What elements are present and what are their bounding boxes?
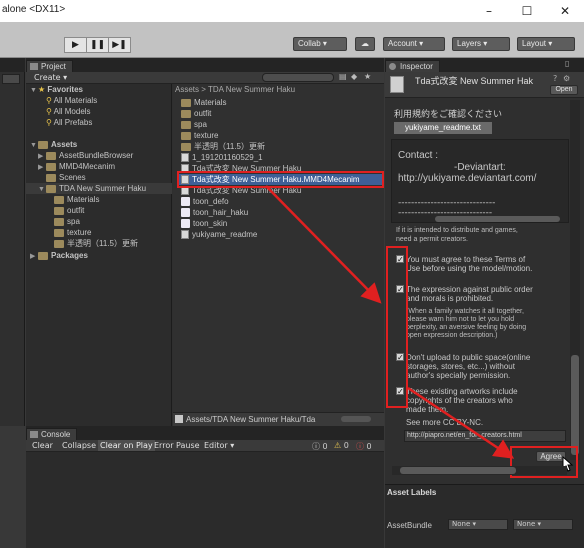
asset-bundle-variant-dropdown[interactable]: None ▾ xyxy=(513,519,573,530)
arrow-to-checkboxes xyxy=(265,185,382,304)
asset-labels-heading: Asset Labels xyxy=(387,488,437,497)
asset-bundle-dropdown[interactable]: None ▾ xyxy=(448,519,508,530)
annotation-arrows xyxy=(265,185,515,459)
asset-labels-section: Asset Labels AssetBundle None ▾ None ▾ xyxy=(385,484,584,548)
asset-bundle-label: AssetBundle xyxy=(387,521,432,530)
arrow-to-agree xyxy=(407,386,515,459)
